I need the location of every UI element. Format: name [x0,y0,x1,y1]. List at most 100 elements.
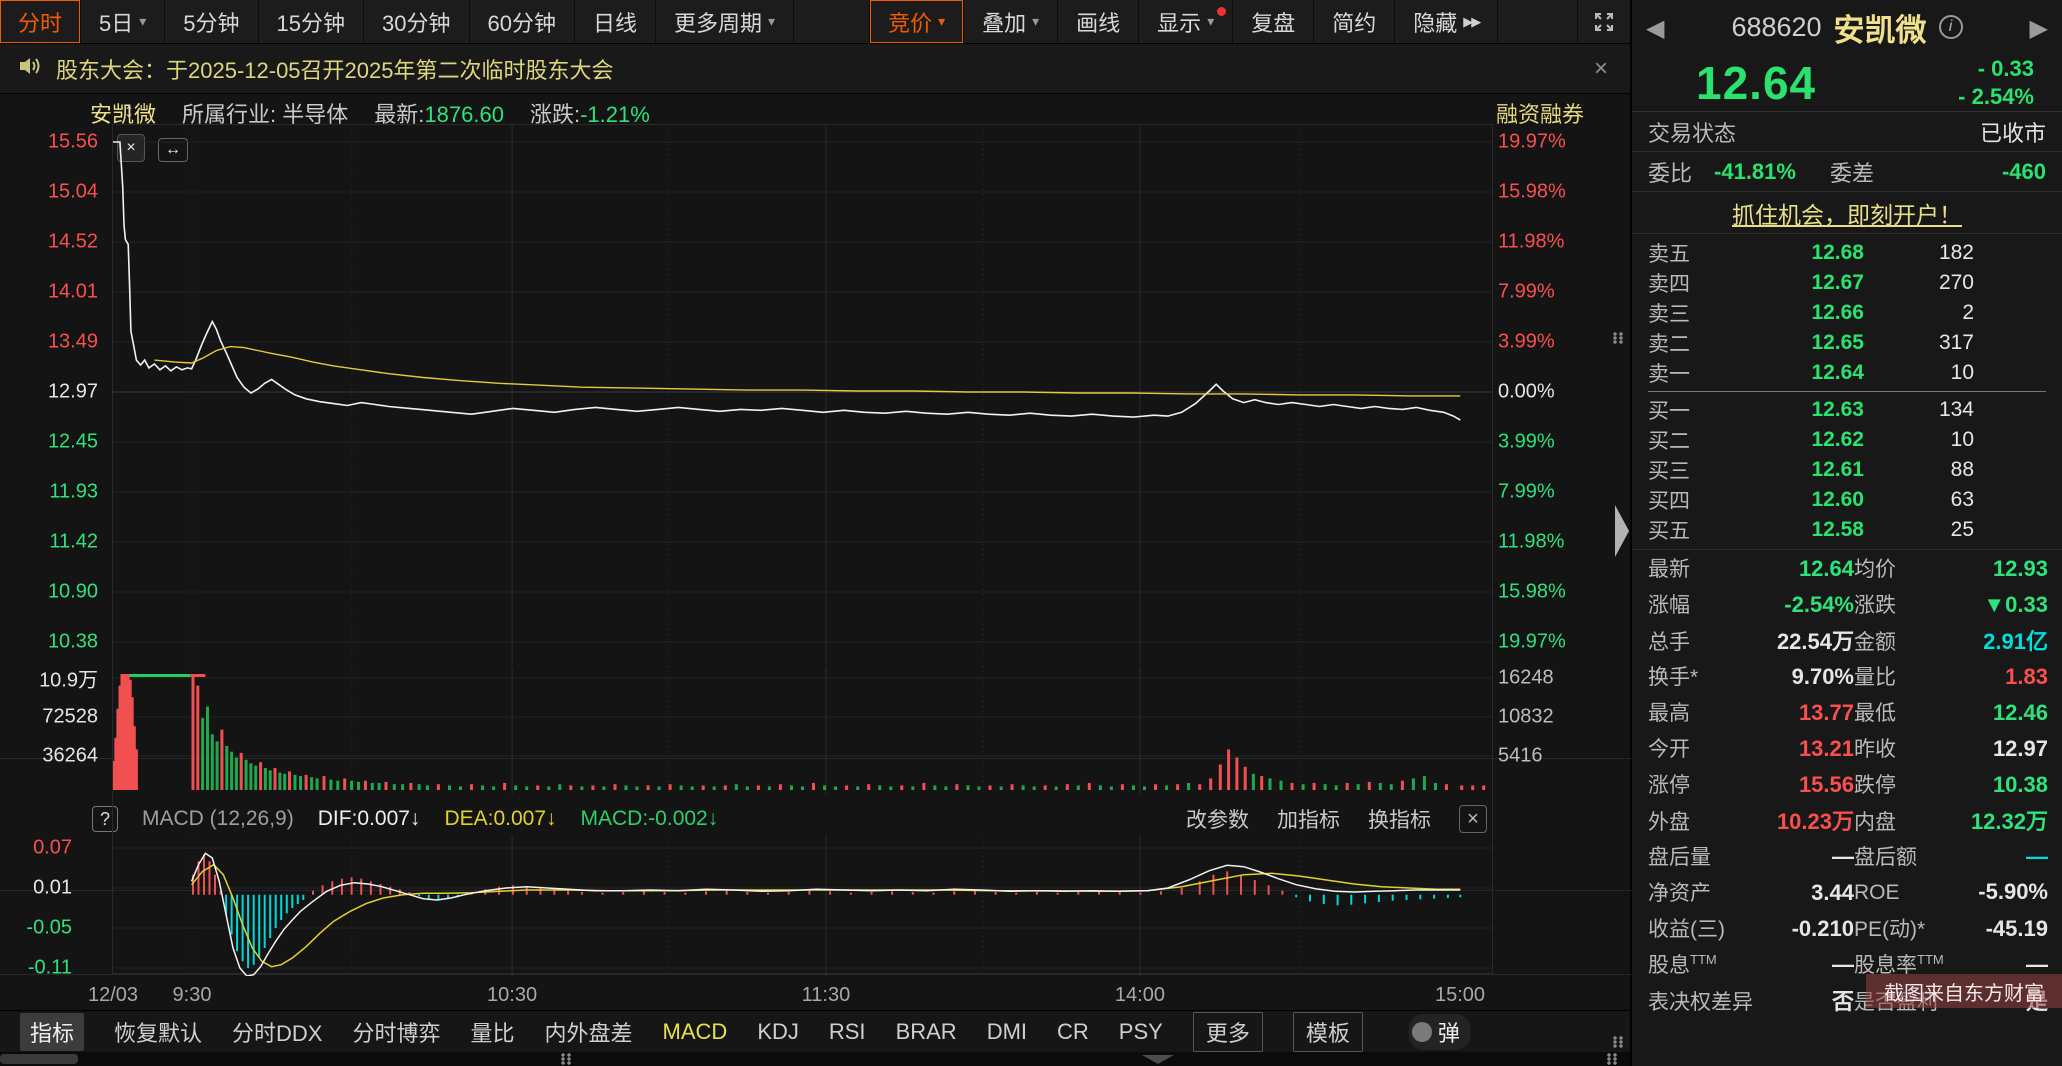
stat-cell: 外盘10.23万 [1632,804,1854,836]
news-bar: 股东大会：于2025-12-05召开2025年第二次临时股东大会 × [0,44,1630,94]
indicator-PSY[interactable]: PSY [1119,1019,1163,1045]
macd-action-加指标[interactable]: 加指标 [1277,804,1340,834]
tab-label: 竞价 [888,6,932,38]
indicator-指标[interactable]: 指标 [20,1013,84,1051]
panel-collapse-icon[interactable] [1615,505,1629,557]
tab-分时[interactable]: 分时 [0,0,81,43]
indicator-CR[interactable]: CR [1057,1019,1089,1045]
stat-label: 昨收 [1854,733,1896,763]
open-account-link[interactable]: 抓住机会，即刻开户！ [1732,196,1962,230]
tab-更多周期[interactable]: 更多周期▾ [656,0,794,43]
stat-value: 12.46 [1993,700,2048,726]
stat-cell: 表决权差异否 [1632,984,1854,1016]
macd-action-换指标[interactable]: 换指标 [1368,804,1431,834]
weibi-row: 委比 -41.81% 委差 -460 [1632,152,2062,192]
stat-cell: 涨跌▼0.33 [1854,589,2062,619]
news-close-icon[interactable]: × [1594,55,1608,83]
tab-显示[interactable]: 显示▾ [1139,0,1233,43]
stat-value: 9.70% [1792,664,1854,690]
app-root: 分时5日▾5分钟15分钟30分钟60分钟日线更多周期▾竞价▾叠加▾画线显示▾复盘… [0,0,2062,1066]
top-toolbar: 分时5日▾5分钟15分钟30分钟60分钟日线更多周期▾竞价▾叠加▾画线显示▾复盘… [0,0,1630,44]
panel-drag-handle-icon[interactable] [1612,332,1626,344]
time-axis-label: 10:30 [487,984,537,1007]
tab-15分钟[interactable]: 15分钟 [259,0,364,43]
info-icon[interactable]: i [1939,15,1963,39]
amount-axis-label: 16248 [1498,667,1593,690]
macd-close-icon[interactable]: × [1459,805,1487,833]
time-axis-label: 15:00 [1435,984,1485,1007]
indicator-分时博弈[interactable]: 分时博弈 [352,1016,440,1048]
tab-复盘[interactable]: 复盘 [1233,0,1314,43]
indicator-KDJ[interactable]: KDJ [757,1019,799,1045]
indicator-分时DDX[interactable]: 分时DDX [232,1016,322,1048]
margin-trading-tag[interactable]: 融资融券 [1496,97,1584,129]
chevron-down-icon: ▾ [139,13,146,30]
popup-toggle[interactable]: 弹 [1409,1014,1470,1050]
tab-label: 5分钟 [183,6,239,38]
trade-status-row: 交易状态 已收市 [1632,112,2062,152]
stat-row: 净资产3.44ROE-5.90% [1632,874,2062,910]
tab-30分钟[interactable]: 30分钟 [364,0,469,43]
stat-cell: 总手22.54万 [1632,624,1854,656]
indicator-MACD[interactable]: MACD [663,1019,728,1045]
scrollbar-thumb[interactable] [0,1054,78,1064]
tab-叠加[interactable]: 叠加▾ [964,0,1058,43]
tab-日线[interactable]: 日线 [575,0,656,43]
macd-chart[interactable] [113,836,1492,976]
percent-axis-label: 19.97% [1498,131,1593,154]
tab-5日[interactable]: 5日▾ [81,0,165,43]
tab-画线[interactable]: 画线 [1058,0,1139,43]
indicator-恢复默认[interactable]: 恢复默认 [114,1016,202,1048]
orderbook-price: 12.64 [1724,361,1864,385]
orderbook-level: 卖五 [1648,238,1724,268]
indicator-BRAR[interactable]: BRAR [896,1019,957,1045]
stat-label: 总手 [1648,626,1690,656]
stat-label: 股息TTM [1648,949,1717,979]
chart-region[interactable]: 安凯微 所属行业: 半导体 最新:1876.60 涨跌:-1.21% 融资融券 … [0,94,1630,1010]
double-arrow-icon: ▶▶ [1463,14,1479,30]
indicator-RSI[interactable]: RSI [829,1019,866,1045]
macd-action-改参数[interactable]: 改参数 [1186,804,1249,834]
volume-axis-label: 36264 [0,745,106,768]
stat-label: 净资产 [1648,877,1711,907]
tab-label: 复盘 [1251,6,1295,38]
stat-cell: 最高13.77 [1632,697,1854,727]
order-book: 卖五12.68182卖四12.67270卖三12.662卖二12.65317卖一… [1632,234,2062,550]
orderbook-volume: 134 [1864,398,1974,422]
orderbook-row: 卖三12.662 [1632,298,2062,328]
macd-toolbar: ? MACD (12,26,9) DIF:0.007↓ DEA:0.007↓ M… [0,802,1632,836]
stat-label: 表决权差异 [1648,986,1753,1016]
orderbook-row: 买二12.6210 [1632,425,2062,455]
price-chart[interactable] [113,124,1492,663]
tab-60分钟[interactable]: 60分钟 [470,0,575,43]
tab-竞价[interactable]: 竞价▾ [870,0,964,43]
macd-axis-label: -0.05 [0,917,78,940]
drag-handle-icon[interactable] [560,1053,574,1065]
prev-stock-icon[interactable]: ◀ [1646,14,1664,43]
toggle-knob-icon [1412,1022,1432,1042]
stat-label: 今开 [1648,733,1690,763]
indicator-量比[interactable]: 量比 [471,1016,515,1048]
collapse-down-icon[interactable] [1142,1055,1174,1064]
panel-drag-handle-icon[interactable] [1612,1036,1626,1048]
indicator-DMI[interactable]: DMI [987,1019,1027,1045]
orderbook-volume: 317 [1864,331,1974,355]
tab-5分钟[interactable]: 5分钟 [165,0,258,43]
tab-简约[interactable]: 简约 [1314,0,1395,43]
speaker-icon [18,55,42,82]
indicator-内外盘差[interactable]: 内外盘差 [545,1016,633,1048]
drag-handle-icon[interactable] [1606,1053,1620,1065]
help-icon[interactable]: ? [92,806,118,832]
macd-dea-value: DEA:0.007↓ [444,807,556,831]
indicator-更多[interactable]: 更多 [1193,1012,1263,1052]
indicator-模板[interactable]: 模板 [1293,1012,1363,1052]
price-axis-label: 12.97 [0,381,106,404]
stat-value: 2.91亿 [1983,624,2048,656]
orderbook-price: 12.58 [1724,518,1864,542]
orderbook-price: 12.63 [1724,398,1864,422]
expand-icon[interactable] [1577,0,1630,43]
volume-chart[interactable] [113,666,1492,794]
last-price: 12.64 [1696,56,1816,110]
tab-隐藏[interactable]: 隐藏▶▶ [1395,0,1498,43]
next-stock-icon[interactable]: ▶ [2030,14,2048,43]
